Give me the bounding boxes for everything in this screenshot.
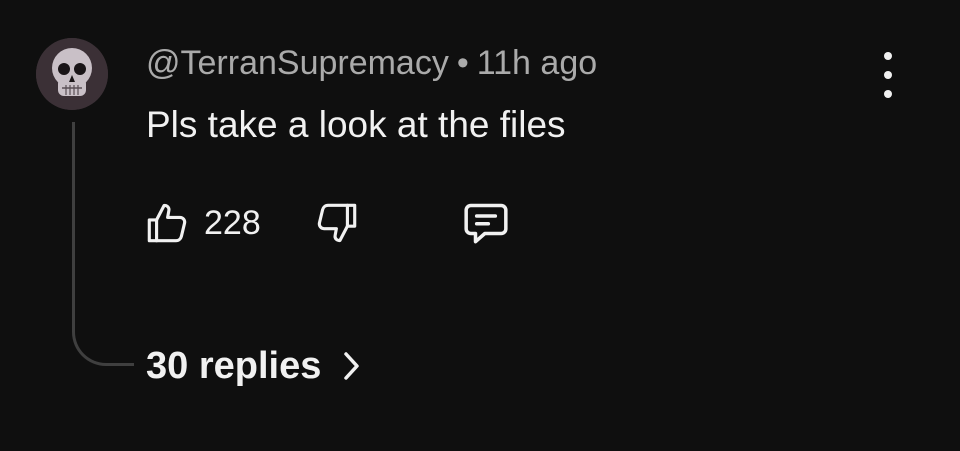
skull-avatar-icon (36, 38, 108, 110)
like-count: 228 (204, 203, 261, 242)
like-button[interactable]: 228 (142, 196, 261, 250)
comment-text: Pls take a look at the files (146, 104, 566, 145)
thumbs-down-icon (317, 203, 357, 243)
replies-count-label: 30 replies (146, 344, 322, 387)
reply-icon (464, 203, 508, 244)
comment-thread: @TerranSupremacy • 11h ago Pls take a look… (0, 0, 960, 451)
comment-header: @TerranSupremacy • 11h ago (146, 42, 597, 84)
more-vert-icon (884, 52, 892, 60)
chevron-right-icon (344, 352, 360, 380)
avatar[interactable] (36, 38, 108, 110)
author-name[interactable]: @TerranSupremacy (146, 44, 449, 82)
dislike-button[interactable] (312, 196, 362, 250)
thread-line (72, 122, 134, 366)
view-replies-button[interactable]: 30 replies (146, 340, 363, 392)
reply-button[interactable] (458, 196, 514, 250)
more-options-button[interactable] (868, 52, 908, 98)
timestamp[interactable]: 11h ago (477, 44, 597, 82)
thumbs-up-icon (147, 203, 187, 243)
separator-dot: • (456, 44, 469, 82)
